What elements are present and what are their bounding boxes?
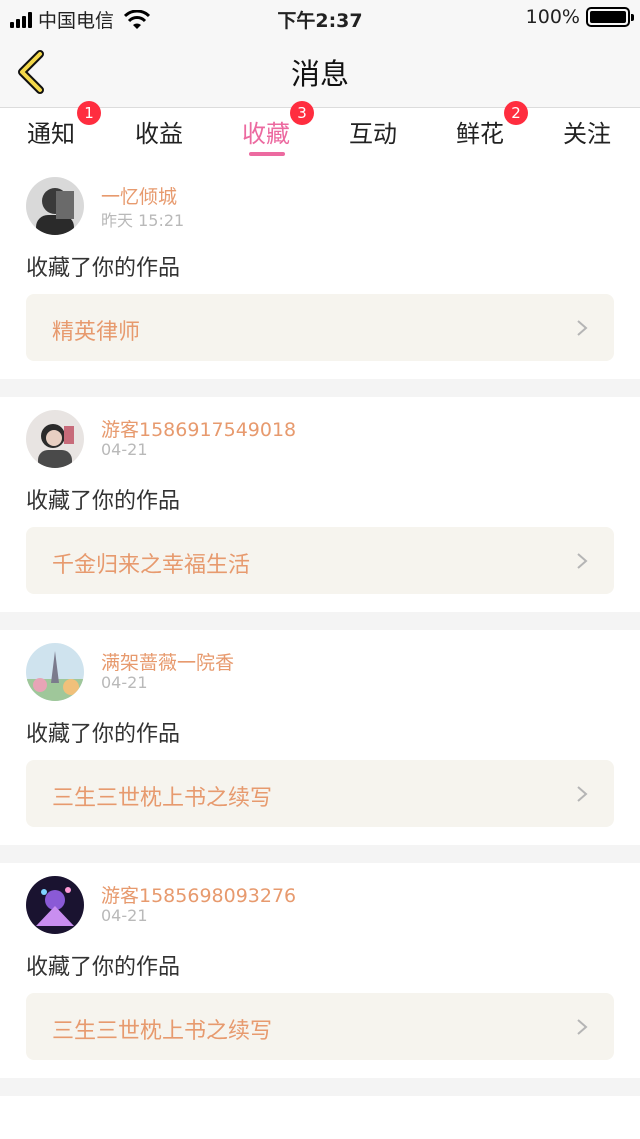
tab-label: 收益 — [135, 120, 183, 148]
action-text: 收藏了你的作品 — [26, 955, 181, 980]
tab-favorites-badge: 3 — [290, 101, 314, 125]
chevron-right-icon — [577, 786, 588, 802]
status-bar: 中国电信 下午2:37 100% — [0, 0, 640, 34]
card-divider — [0, 612, 640, 630]
avatar[interactable] — [26, 876, 84, 934]
username[interactable]: 满架蔷薇一院香 — [101, 648, 234, 675]
message-card: 一忆倾城 昨天 15:21 收藏了你的作品 精英律师 — [0, 164, 640, 379]
tab-interact[interactable]: 互动 — [333, 114, 413, 149]
battery-icon — [586, 7, 634, 27]
work-title: 精英律师 — [52, 320, 141, 345]
timestamp: 04-21 — [101, 440, 148, 459]
timestamp: 04-21 — [101, 906, 148, 925]
tab-label: 互动 — [349, 120, 397, 148]
message-card: 满架蔷薇一院香 04-21 收藏了你的作品 三生三世枕上书之续写 — [0, 630, 640, 845]
avatar[interactable] — [26, 410, 84, 468]
tab-flowers-badge: 2 — [504, 101, 528, 125]
tab-earnings[interactable]: 收益 — [119, 114, 199, 149]
nav-bar: 消息 — [0, 34, 640, 108]
work-title: 千金归来之幸福生活 — [52, 553, 251, 578]
work-title: 三生三世枕上书之续写 — [52, 786, 273, 811]
status-right: 100% — [525, 6, 634, 28]
avatar[interactable] — [26, 643, 84, 701]
work-link[interactable]: 千金归来之幸福生活 — [26, 527, 614, 594]
tab-label: 关注 — [563, 120, 611, 148]
card-divider — [0, 1078, 640, 1096]
avatar[interactable] — [26, 177, 84, 235]
username[interactable]: 游客1585698093276 — [101, 881, 296, 908]
chevron-right-icon — [577, 553, 588, 569]
action-text: 收藏了你的作品 — [26, 256, 181, 281]
tab-label: 通知 — [27, 120, 75, 148]
action-text: 收藏了你的作品 — [26, 489, 181, 514]
timestamp: 04-21 — [101, 673, 148, 692]
page-title: 消息 — [290, 57, 349, 91]
work-title: 三生三世枕上书之续写 — [52, 1019, 273, 1044]
message-list: 一忆倾城 昨天 15:21 收藏了你的作品 精英律师 游客15869175490… — [0, 164, 640, 1096]
tab-label: 收藏 — [242, 120, 290, 148]
active-tab-indicator — [249, 152, 285, 156]
tab-label: 鲜花 — [456, 120, 504, 148]
username[interactable]: 一忆倾城 — [101, 182, 177, 209]
chevron-right-icon — [577, 320, 588, 336]
tab-bar: 通知 1 收益 收藏 3 互动 鲜花 2 关注 — [0, 101, 640, 164]
battery-percent: 100% — [525, 6, 580, 28]
card-divider — [0, 845, 640, 863]
username[interactable]: 游客1586917549018 — [101, 415, 296, 442]
card-divider — [0, 379, 640, 397]
work-link[interactable]: 精英律师 — [26, 294, 614, 361]
action-text: 收藏了你的作品 — [26, 722, 181, 747]
tab-notify-badge: 1 — [77, 101, 101, 125]
work-link[interactable]: 三生三世枕上书之续写 — [26, 993, 614, 1060]
work-link[interactable]: 三生三世枕上书之续写 — [26, 760, 614, 827]
chevron-right-icon — [577, 1019, 588, 1035]
message-card: 游客1585698093276 04-21 收藏了你的作品 三生三世枕上书之续写 — [0, 863, 640, 1078]
tab-follow[interactable]: 关注 — [547, 114, 627, 149]
timestamp: 昨天 15:21 — [101, 211, 185, 230]
message-card: 游客1586917549018 04-21 收藏了你的作品 千金归来之幸福生活 — [0, 397, 640, 612]
